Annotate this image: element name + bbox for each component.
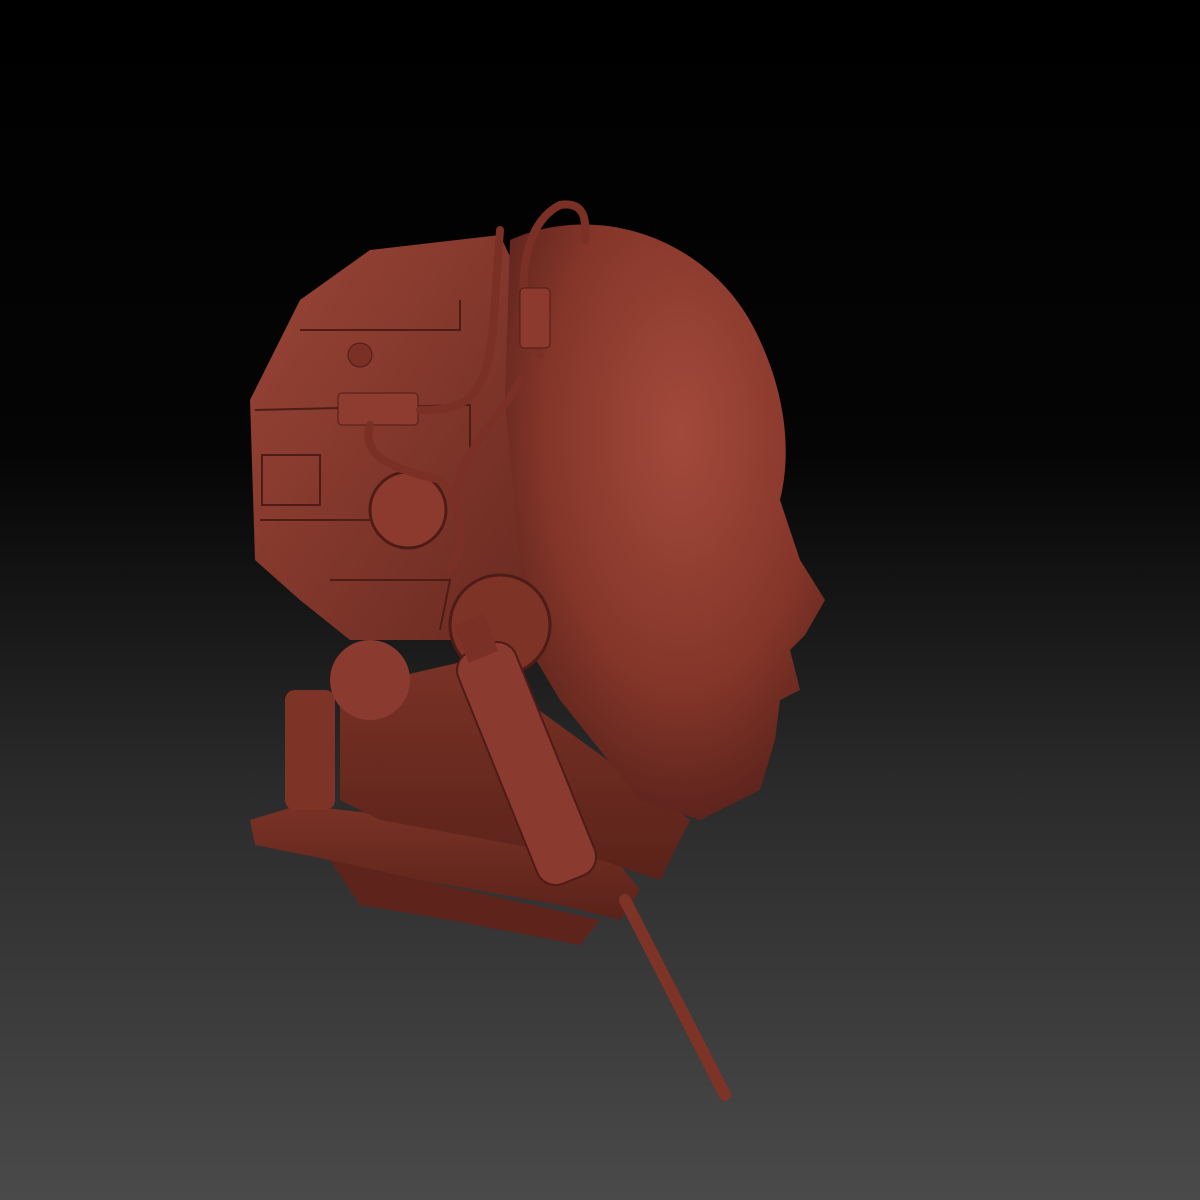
side-disc bbox=[368, 470, 448, 550]
temple-connector bbox=[519, 287, 551, 349]
helmet-bolt bbox=[347, 342, 373, 368]
antenna-rod bbox=[619, 894, 731, 1101]
helmet-connector bbox=[337, 392, 419, 426]
neck-joint bbox=[330, 640, 410, 720]
sculpt-viewport bbox=[250, 200, 825, 1101]
neck-piston bbox=[285, 690, 335, 810]
sculpt-model bbox=[250, 200, 825, 1101]
